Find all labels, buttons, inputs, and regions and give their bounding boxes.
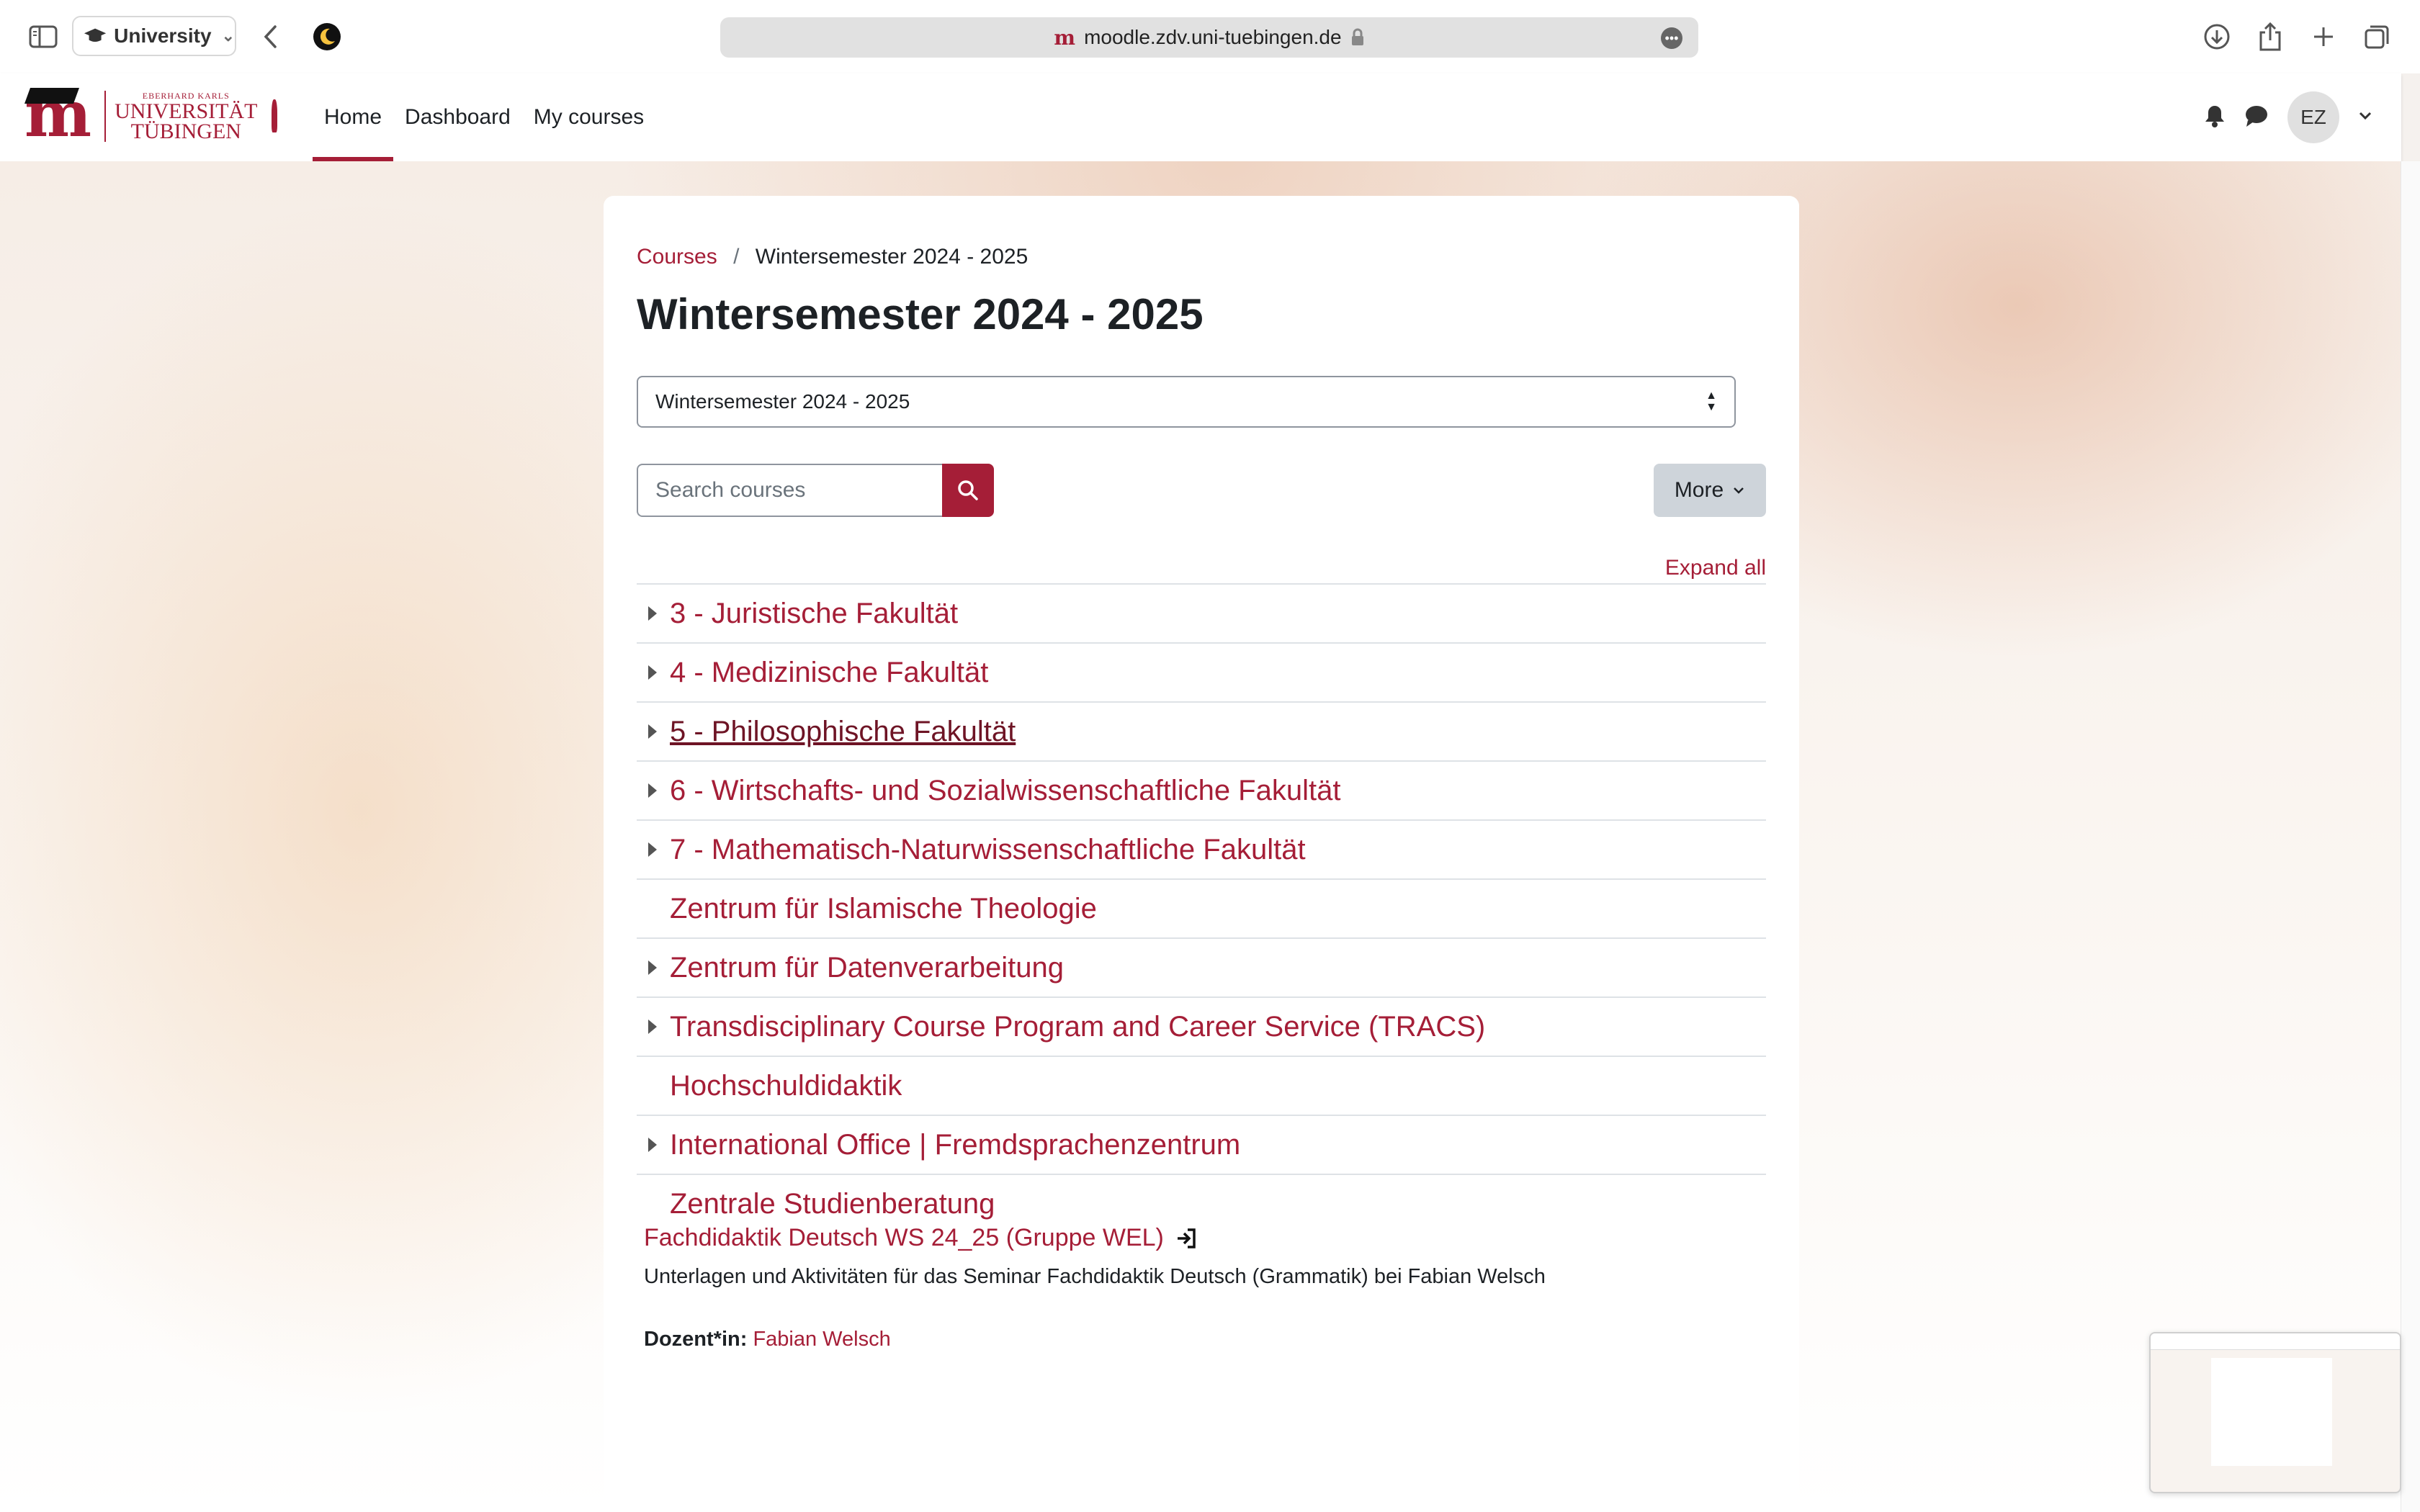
expand-triangle-icon[interactable] [648, 606, 657, 621]
breadcrumb-current: Wintersemester 2024 - 2025 [755, 245, 1028, 269]
course-teacher: Dozent*in: Fabian Welsch [644, 1328, 1753, 1351]
enrol-login-icon [1177, 1228, 1196, 1248]
profile-switcher[interactable]: University ⌄ [72, 16, 236, 56]
category-item[interactable]: Hochschuldidaktik [637, 1056, 1766, 1115]
expand-triangle-icon[interactable] [648, 1020, 657, 1034]
category-item[interactable]: Zentrum für Islamische Theologie [637, 878, 1766, 937]
course-title-link[interactable]: Fachdidaktik Deutsch WS 24_25 (Gruppe WE… [644, 1224, 1164, 1252]
category-item[interactable]: Zentrum für Datenverarbeitung [637, 937, 1766, 996]
lock-icon [1351, 28, 1363, 45]
browser-toolbar: University ⌄ m moodle.zdv.uni-tuebingen.… [0, 0, 2420, 73]
primary-navigation: Home Dashboard My courses [313, 73, 655, 161]
expand-triangle-icon[interactable] [648, 783, 657, 798]
breadcrumb-courses-link[interactable]: Courses [637, 245, 717, 269]
graduation-cap-icon [84, 28, 107, 42]
course-search [637, 464, 994, 517]
course-summary: Unterlagen und Aktivitäten für das Semin… [644, 1265, 1546, 1288]
university-wordmark: EBERHARD KARLS UNIVERSITÄT TÜBINGEN [104, 90, 258, 143]
expand-triangle-icon[interactable] [648, 724, 657, 739]
category-item[interactable]: 3 - Juristische Fakultät [637, 583, 1766, 642]
expand-triangle-icon[interactable] [648, 842, 657, 857]
category-select-value: Wintersemester 2024 - 2025 [655, 390, 910, 413]
expand-triangle-icon[interactable] [648, 665, 657, 680]
category-item[interactable]: 4 - Medizinische Fakultät [637, 642, 1766, 701]
teacher-link[interactable]: Fabian Welsch [753, 1328, 890, 1351]
tab-overview-icon[interactable] [2355, 16, 2398, 58]
search-submit-button[interactable] [942, 464, 994, 517]
url-text: moodle.zdv.uni-tuebingen.de [1084, 26, 1342, 48]
select-arrows-icon: ▲ ▼ [1706, 390, 1717, 413]
dark-mode-extension-icon[interactable] [305, 16, 349, 58]
address-bar[interactable]: m moodle.zdv.uni-tuebingen.de ••• [720, 17, 1698, 58]
screenshot-thumbnail[interactable] [2149, 1332, 2401, 1493]
wordmark-line1: UNIVERSITÄT [115, 99, 258, 123]
category-select[interactable]: Wintersemester 2024 - 2025 ▲ ▼ [637, 376, 1736, 428]
expand-triangle-icon[interactable] [648, 960, 657, 975]
back-arrow-icon[interactable] [249, 16, 292, 58]
category-link[interactable]: 7 - Mathematisch-Naturwissenschaftliche … [670, 834, 1306, 866]
university-seal-icon [272, 99, 278, 132]
page-options-icon[interactable]: ••• [1661, 27, 1682, 49]
sidebar-toggle-icon[interactable] [22, 16, 65, 58]
category-item[interactable]: Transdisciplinary Course Program and Car… [637, 996, 1766, 1056]
nav-dashboard[interactable]: Dashboard [393, 73, 522, 161]
page-title: Wintersemester 2024 - 2025 [637, 290, 1204, 338]
teacher-label: Dozent*in: [644, 1328, 748, 1351]
category-link[interactable]: Transdisciplinary Course Program and Car… [670, 1011, 1485, 1043]
search-icon [958, 480, 978, 500]
site-logo[interactable]: m EBERHARD KARLS UNIVERSITÄT TÜBINGEN [24, 76, 278, 151]
category-link[interactable]: 5 - Philosophische Fakultät [670, 716, 1016, 748]
category-list: 3 - Juristische Fakultät 4 - Medizinisch… [637, 583, 1766, 1233]
thumbnail-toolbar [2151, 1333, 2400, 1350]
more-label: More [1674, 478, 1724, 502]
site-favicon-icon: m [1054, 25, 1076, 50]
category-item[interactable]: 6 - Wirtschafts- und Sozialwissenschaftl… [637, 760, 1766, 819]
profile-label: University [114, 24, 212, 47]
expand-all-link[interactable]: Expand all [1665, 556, 1766, 580]
category-link[interactable]: 6 - Wirtschafts- und Sozialwissenschaftl… [670, 775, 1340, 807]
thumbnail-card [2211, 1358, 2332, 1466]
page-scrollbar[interactable] [2401, 161, 2420, 1512]
breadcrumb-separator: / [733, 245, 740, 269]
nav-home[interactable]: Home [313, 73, 394, 161]
category-link[interactable]: 3 - Juristische Fakultät [670, 598, 958, 630]
notifications-bell-icon[interactable] [2204, 104, 2226, 132]
category-item[interactable]: 5 - Philosophische Fakultät [637, 701, 1766, 760]
category-link[interactable]: Zentrum für Islamische Theologie [670, 893, 1097, 925]
site-navbar: m EBERHARD KARLS UNIVERSITÄT TÜBINGEN Ho… [0, 73, 2401, 161]
user-avatar[interactable]: EZ [2287, 91, 2339, 143]
category-link[interactable]: Zentrale Studienberatung [670, 1188, 995, 1220]
category-link[interactable]: Hochschuldidaktik [670, 1070, 902, 1102]
course-title-row: Fachdidaktik Deutsch WS 24_25 (Gruppe WE… [644, 1224, 1753, 1252]
chevron-down-icon: ⌄ [221, 27, 235, 45]
more-actions-button[interactable]: More [1654, 464, 1766, 517]
category-item[interactable]: International Office | Fremdsprachenzent… [637, 1115, 1766, 1174]
user-menu-chevron-icon[interactable] [2358, 111, 2372, 125]
breadcrumb: Courses / Wintersemester 2024 - 2025 [637, 245, 1028, 269]
category-link[interactable]: 4 - Medizinische Fakultät [670, 657, 988, 689]
messages-chat-icon[interactable] [2244, 104, 2269, 131]
wordmark-line2: TÜBINGEN [130, 119, 241, 143]
search-courses-input[interactable] [637, 464, 942, 517]
category-link[interactable]: Zentrum für Datenverarbeitung [670, 952, 1064, 984]
course-listing: Fachdidaktik Deutsch WS 24_25 (Gruppe WE… [644, 1224, 1753, 1351]
expand-triangle-icon[interactable] [648, 1138, 657, 1152]
share-icon[interactable] [2249, 16, 2292, 58]
category-link[interactable]: International Office | Fremdsprachenzent… [670, 1129, 1240, 1161]
main-content-card: Courses / Wintersemester 2024 - 2025 Win… [604, 196, 1799, 1512]
category-item[interactable]: 7 - Mathematisch-Naturwissenschaftliche … [637, 819, 1766, 878]
moodle-m-logo: m [24, 76, 92, 151]
user-controls: EZ [2204, 73, 2372, 161]
chevron-down-icon [1734, 487, 1744, 494]
nav-my-courses[interactable]: My courses [522, 73, 655, 161]
downloads-icon[interactable] [2195, 16, 2238, 58]
new-tab-icon[interactable] [2302, 16, 2345, 58]
